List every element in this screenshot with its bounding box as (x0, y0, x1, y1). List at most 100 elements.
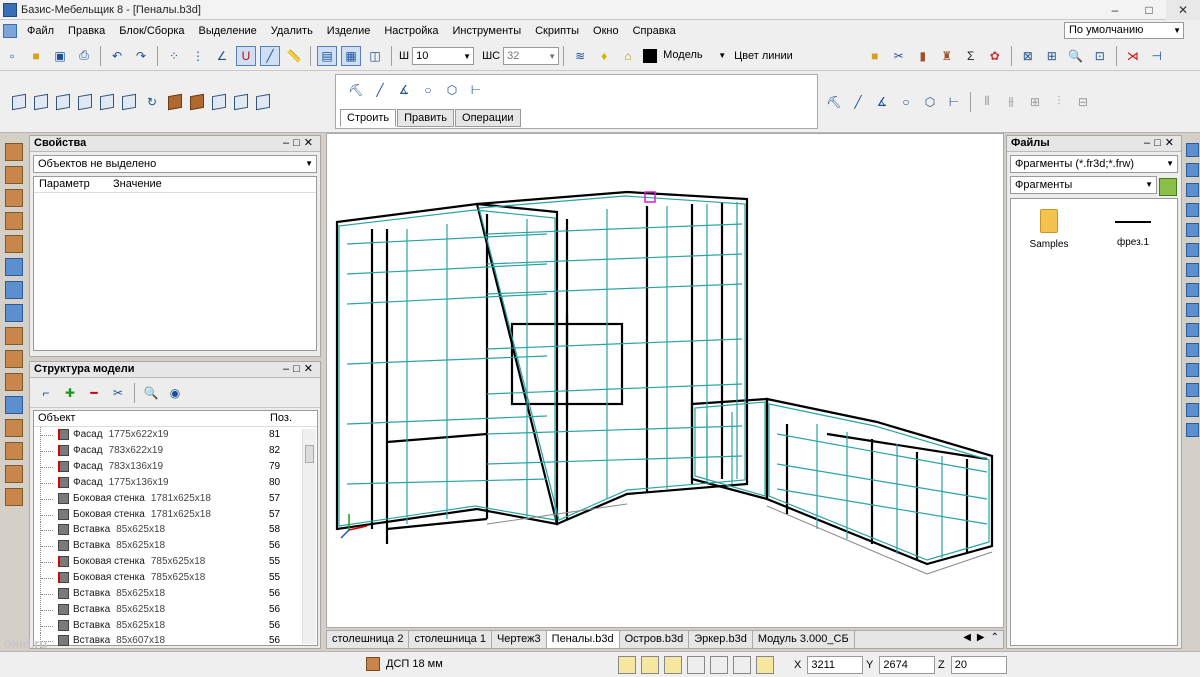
coord-x-value[interactable]: 3211 (807, 656, 864, 674)
clock-icon[interactable] (687, 656, 705, 674)
panel-controls[interactable]: –□✕ (1144, 136, 1178, 151)
table-row[interactable]: Боковая стенка 785x625x18 55 (34, 570, 317, 586)
scroll-thumb[interactable] (305, 445, 314, 463)
menu-settings[interactable]: Настройка (377, 25, 445, 37)
doc-tab[interactable]: столешница 2 (327, 631, 410, 648)
tab-prev-icon[interactable]: ◀ (963, 632, 971, 643)
preset-select[interactable]: По умолчанию ▼ (1064, 22, 1184, 39)
col-pos[interactable]: Поз. (270, 411, 292, 426)
dimension-icon[interactable]: ⊢ (466, 80, 486, 100)
table-row[interactable]: Боковая стенка 1781x625x18 57 (34, 506, 317, 522)
render-edges-icon[interactable] (190, 93, 204, 110)
menu-block[interactable]: Блок/Сборка (112, 25, 191, 37)
table-row[interactable]: Вставка 85x625x18 58 (34, 522, 317, 538)
view-top-icon[interactable] (100, 93, 114, 110)
menu-file[interactable]: Файл (20, 25, 61, 37)
menu-window[interactable]: Окно (586, 25, 626, 37)
tab-next-icon[interactable]: ▶ (977, 632, 985, 643)
dimension-icon[interactable]: ⊢ (944, 92, 964, 112)
tool-icon[interactable] (1185, 323, 1199, 337)
3d-viewport[interactable] (326, 133, 1004, 628)
angle-line-icon[interactable]: ∡ (872, 92, 892, 112)
select-cross-icon[interactable]: ▦ (341, 45, 361, 66)
render-xray-icon[interactable] (256, 93, 270, 110)
panel-back-icon[interactable]: ⫵ (1001, 92, 1021, 112)
ortho-icon[interactable] (641, 656, 659, 674)
profile-icon[interactable] (5, 372, 23, 391)
stamp-icon[interactable]: ♜ (937, 46, 957, 66)
angle-snap-icon[interactable]: ∠ (212, 46, 232, 66)
distribute-icon[interactable] (5, 280, 23, 299)
select-layer-icon[interactable]: ◫ (365, 46, 385, 66)
file-item[interactable]: Samples (1029, 209, 1069, 250)
panel-side-icon[interactable]: ⊞ (1025, 92, 1045, 112)
document-icon[interactable] (3, 23, 17, 38)
line-icon[interactable]: ╱ (848, 92, 868, 112)
vertical-panel-icon[interactable] (5, 165, 23, 184)
cut-icon[interactable]: ✂ (889, 46, 909, 66)
panel-front-icon[interactable]: ⫴ (977, 92, 997, 112)
coord-z-value[interactable]: 20 (950, 656, 1007, 674)
tool-icon[interactable] (1185, 343, 1199, 357)
doc-tab[interactable]: столешница 1 (409, 631, 492, 648)
doc-tab[interactable]: Чертеж3 (491, 631, 547, 648)
tool-icon[interactable] (1185, 203, 1199, 217)
panel-icon[interactable]: ▮ (913, 46, 933, 66)
zoom-icon[interactable] (710, 656, 728, 674)
tool-icon[interactable] (1185, 183, 1199, 197)
angle-line-icon[interactable]: ∡ (394, 80, 414, 100)
tool-icon[interactable] (1185, 283, 1199, 297)
color-swatch[interactable] (643, 48, 658, 63)
col-param[interactable]: Параметр (34, 177, 108, 192)
pyramid-icon[interactable] (5, 441, 23, 460)
open-folder-icon[interactable]: ■ (26, 46, 46, 66)
view-right-icon[interactable] (78, 93, 92, 110)
collapse-icon[interactable]: ⌐ (36, 383, 56, 403)
extend-icon[interactable]: ⊣ (1147, 46, 1167, 66)
view-left-icon[interactable] (56, 93, 70, 110)
zoom-all-icon[interactable]: ⊠ (1018, 46, 1038, 66)
table-row[interactable]: Фасад 783x622x19 82 (34, 443, 317, 459)
coord-y-value[interactable]: 2674 (879, 656, 936, 674)
sphere-icon[interactable] (5, 418, 23, 437)
table-row[interactable]: Фасад 1775x136x19 80 (34, 474, 317, 491)
folder-up-icon[interactable] (1159, 178, 1177, 196)
table-row[interactable]: Вставка 85x607x18 56 (34, 633, 317, 649)
step-input[interactable]: 32 ▼ (503, 46, 560, 65)
shelf-icon[interactable]: ⫶ (1049, 92, 1069, 112)
render-wire-icon[interactable] (212, 93, 226, 110)
table-row[interactable]: Фасад 1775x622x19 81 (34, 427, 317, 443)
file-item[interactable]: фрез.1 (1105, 209, 1161, 248)
table-row[interactable]: Вставка 85x625x18 56 (34, 617, 317, 633)
menu-product[interactable]: Изделие (320, 25, 378, 37)
selection-select[interactable]: Объектов не выделено ▼ (33, 155, 317, 173)
tab-edit[interactable]: Править (397, 109, 455, 127)
undo-icon[interactable]: ↶ (107, 46, 127, 66)
curved-panel-icon[interactable] (5, 234, 23, 253)
folder-select[interactable]: Фрагменты ▼ (1010, 176, 1157, 194)
tab-operations[interactable]: Операции (455, 109, 521, 127)
back-panel-icon[interactable] (5, 211, 23, 230)
panel-controls[interactable]: –□✕ (283, 136, 317, 151)
structure-scrollbar[interactable] (302, 429, 316, 644)
tool-icon[interactable] (1185, 223, 1199, 237)
doc-tab-active[interactable]: Пеналы.b3d (546, 631, 620, 648)
table-row[interactable]: Вставка 85x625x18 56 (34, 538, 317, 554)
menu-scripts[interactable]: Скрипты (528, 25, 586, 37)
tool-icon[interactable] (1185, 383, 1199, 397)
build-icon[interactable]: ⛏ (824, 92, 844, 112)
align-icon[interactable] (5, 257, 23, 276)
line-icon[interactable]: ╱ (370, 80, 390, 100)
menu-selection[interactable]: Выделение (192, 25, 264, 37)
tool-icon[interactable] (1185, 363, 1199, 377)
layer-select[interactable]: Модель ▼ (660, 47, 728, 65)
col-object[interactable]: Объект (34, 411, 270, 426)
remove-icon[interactable]: ━ (84, 383, 104, 403)
line-width-select[interactable]: 10 ▼ (412, 46, 475, 65)
block-icon[interactable] (5, 487, 23, 506)
menu-tools[interactable]: Инструменты (446, 25, 529, 37)
menu-help[interactable]: Справка (626, 25, 683, 37)
tool-icon[interactable] (1185, 143, 1199, 157)
door-icon[interactable]: ⊟ (1073, 92, 1093, 112)
line-color-label[interactable]: Цвет линии (734, 50, 793, 62)
